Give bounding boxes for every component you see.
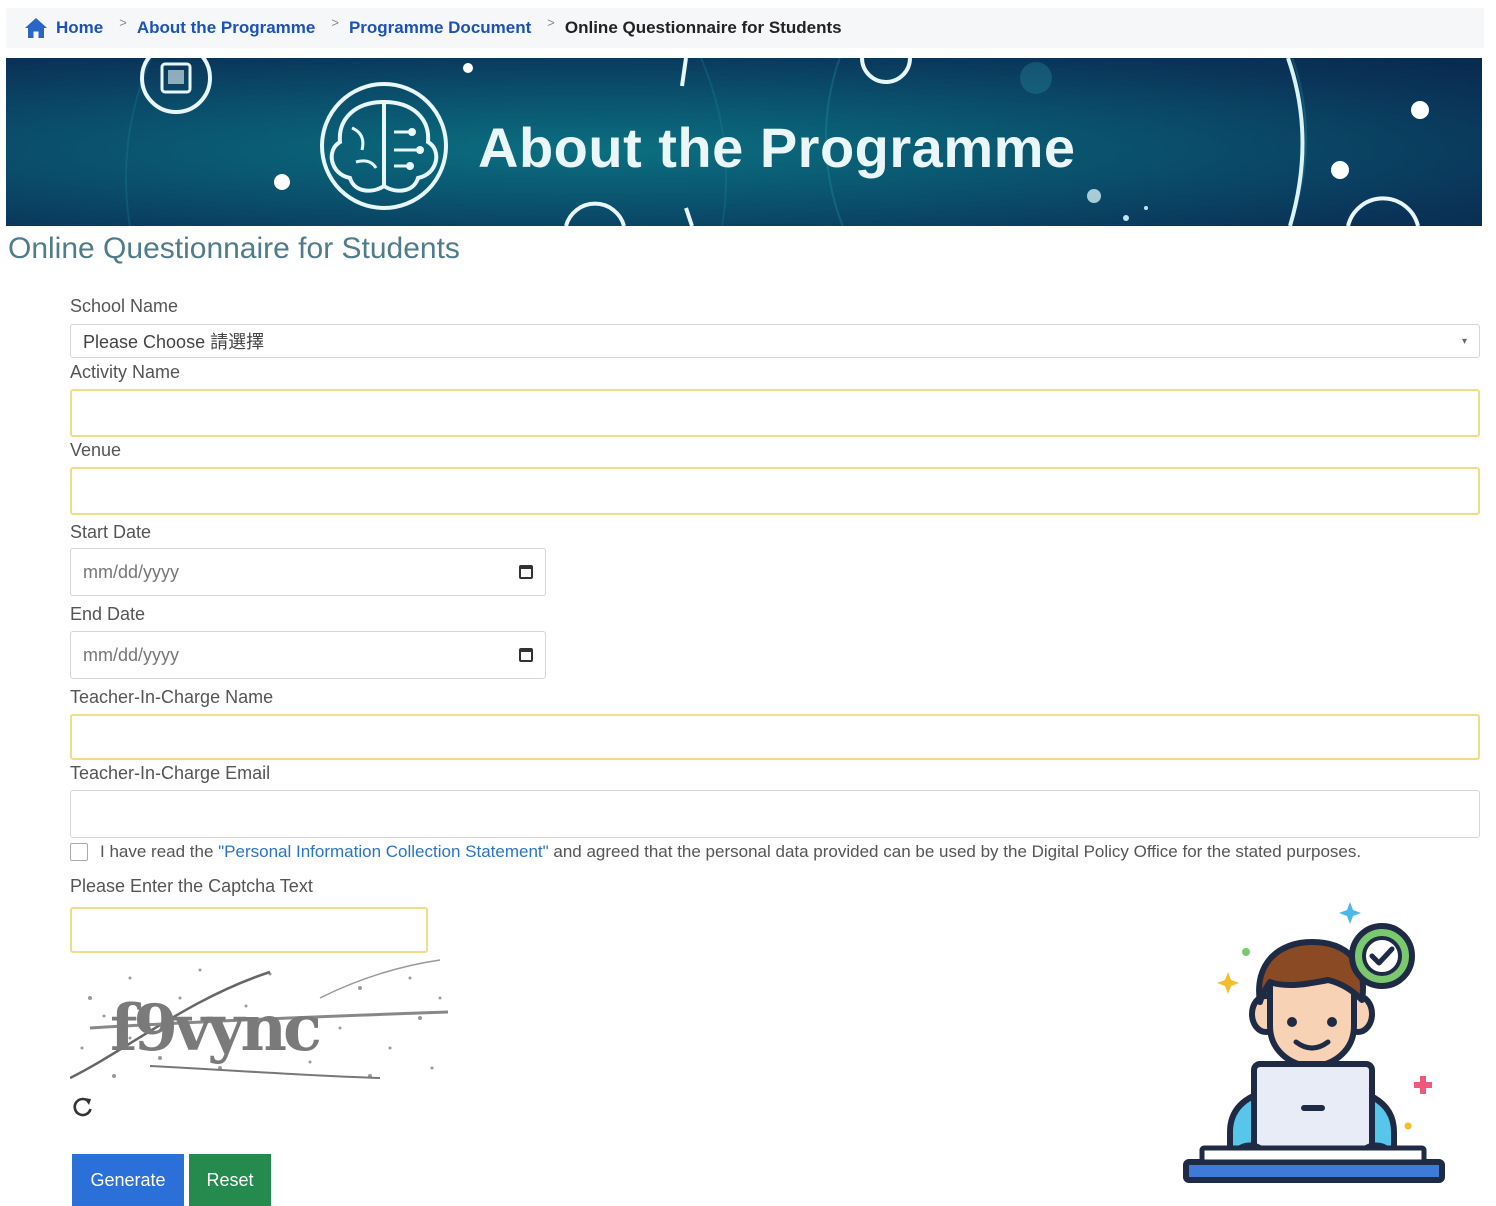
consent-checkbox[interactable] [70, 843, 88, 861]
breadcrumb-home-link[interactable]: Home [56, 18, 103, 38]
breadcrumb: Home > About the Programme > Programme D… [6, 8, 1484, 48]
teacher-name-input[interactable] [70, 714, 1480, 760]
teacher-email-input[interactable] [70, 790, 1480, 838]
start-date-input[interactable]: mm/dd/yyyy [70, 548, 546, 596]
breadcrumb-current-page: Online Questionnaire for Students [564, 18, 842, 37]
student-laptop-illustration [1183, 902, 1445, 1183]
consent-text-suffix: and agreed that the personal data provid… [548, 842, 1362, 861]
chevron-right-icon: > [331, 14, 339, 30]
end-date-placeholder: mm/dd/yyyy [83, 644, 180, 665]
generate-button[interactable]: Generate [72, 1154, 184, 1206]
school-name-select[interactable]: Please Choose 請選擇 ▾ [70, 324, 1480, 358]
calendar-icon[interactable] [519, 648, 533, 662]
activity-name-label: Activity Name [70, 362, 181, 382]
chevron-down-icon: ▾ [1461, 335, 1467, 347]
captcha-label: Please Enter the Captcha Text [70, 876, 313, 896]
reset-button[interactable]: Reset [189, 1154, 271, 1206]
school-name-label: School Name [70, 296, 179, 316]
start-date-label: Start Date [70, 522, 152, 542]
venue-input[interactable] [70, 467, 1480, 515]
activity-name-input[interactable] [70, 389, 1480, 437]
start-date-placeholder: mm/dd/yyyy [83, 561, 180, 582]
teacher-name-label: Teacher-In-Charge Name [70, 687, 274, 707]
captcha-image: f9vync [70, 958, 450, 1088]
refresh-icon[interactable] [72, 1096, 94, 1118]
school-name-selected-value: Please Choose 請選擇 [83, 332, 265, 352]
end-date-input[interactable]: mm/dd/yyyy [70, 631, 546, 679]
end-date-label: End Date [70, 604, 146, 624]
hero-banner: About the Programme [6, 58, 1482, 226]
pics-link[interactable]: "Personal Information Collection Stateme… [218, 842, 549, 862]
calendar-icon[interactable] [519, 565, 533, 579]
consent-row: I have read the "Personal Information Co… [70, 842, 1361, 862]
breadcrumb-programme-document-link[interactable]: Programme Document [349, 18, 531, 38]
teacher-email-label: Teacher-In-Charge Email [70, 763, 271, 783]
captcha-text: f9vync [110, 991, 320, 1066]
banner-title: About the Programme [478, 116, 1076, 179]
chevron-right-icon: > [547, 14, 555, 30]
home-icon[interactable] [24, 17, 48, 39]
venue-label: Venue [70, 440, 122, 460]
captcha-input[interactable] [70, 907, 428, 953]
breadcrumb-about-link[interactable]: About the Programme [137, 18, 316, 38]
chevron-right-icon: > [119, 14, 127, 30]
consent-text-prefix: I have read the [100, 842, 219, 861]
page-title: Online Questionnaire for Students [8, 232, 460, 265]
